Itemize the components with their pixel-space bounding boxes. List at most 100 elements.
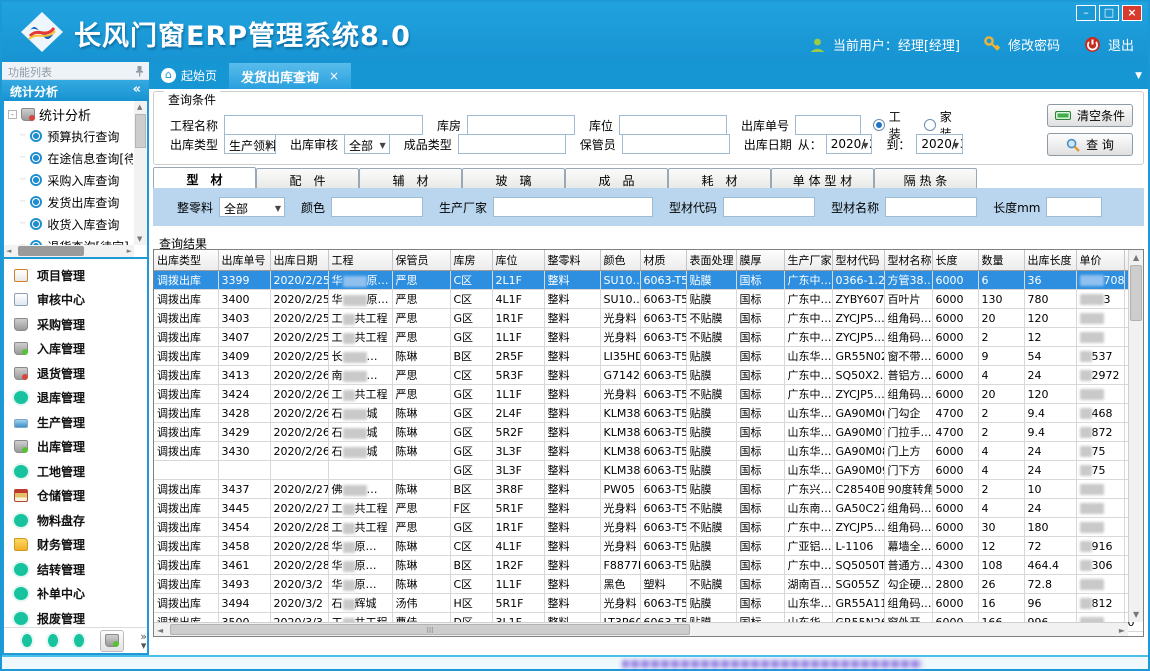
material-tab[interactable]: 玻 璃 xyxy=(462,168,565,188)
column-header[interactable]: 型材名称 xyxy=(884,250,932,271)
tree-item[interactable]: ┄在途信息查询[待 xyxy=(6,147,133,169)
column-header[interactable]: 单价 xyxy=(1076,250,1124,271)
module-dot-icon[interactable] xyxy=(22,634,32,647)
tab-home[interactable]: ⌂ 起始页 xyxy=(149,67,229,89)
material-tab[interactable]: 辅 材 xyxy=(359,168,462,188)
tree-item[interactable]: ┄收货入库查询 xyxy=(6,213,133,235)
profile-code-input[interactable] xyxy=(723,197,815,217)
module-dot-icon[interactable] xyxy=(48,634,58,647)
change-password-link[interactable]: 修改密码 xyxy=(1008,35,1060,54)
tab-close-icon[interactable]: × xyxy=(329,69,339,83)
close-button[interactable]: × xyxy=(1122,5,1142,21)
column-header[interactable]: 材质 xyxy=(640,250,686,271)
location-input[interactable] xyxy=(619,115,727,135)
tree-expander-icon[interactable]: - xyxy=(8,110,17,119)
search-button[interactable]: 查 询 xyxy=(1047,133,1133,156)
table-row[interactable]: 调拨出库34302020/2/26石城陈琳G区3L3F整料KLM38176063… xyxy=(154,442,1144,461)
table-row[interactable]: 调拨出库34452020/2/27工共工程严思F区5R1F整料光身料6063-T… xyxy=(154,499,1144,518)
material-tab[interactable]: 单 体 型 材 xyxy=(771,168,874,188)
table-row[interactable]: 调拨出库34002020/2/25华原…严思C区4L1F整料SU10…6063-… xyxy=(154,290,1144,309)
material-tab[interactable]: 成 品 xyxy=(565,168,668,188)
column-header[interactable]: 长度 xyxy=(932,250,978,271)
table-row[interactable]: 调拨出库34612020/2/28华原…陈琳B区1R2F整料F8877FT606… xyxy=(154,556,1144,575)
audit-select[interactable]: 全部▼ xyxy=(344,134,390,154)
key-icon[interactable] xyxy=(984,36,1001,53)
tab-outbound-query[interactable]: 发货出库查询 × xyxy=(229,63,351,89)
tree-horizontal-scrollbar[interactable]: ◄ ► xyxy=(4,245,134,257)
table-row[interactable]: 调拨出库34932020/3/2华原…陈琳C区1L1F整料黑色塑料不贴膜国标湖南… xyxy=(154,575,1144,594)
column-header[interactable]: 出库日期 xyxy=(270,250,328,271)
logout-link[interactable]: 退出 xyxy=(1108,35,1134,54)
table-row[interactable]: 调拨出库34092020/2/25长…陈琳B区2R5F整料LI35HD6063-… xyxy=(154,347,1144,366)
column-header[interactable]: 膜厚 xyxy=(736,250,784,271)
grid-horizontal-scrollbar[interactable]: ◄ lll ► xyxy=(154,622,1128,636)
tree-item[interactable]: ┄发货出库查询 xyxy=(6,191,133,213)
more-modules-button[interactable]: »▾ xyxy=(140,632,147,650)
table-row[interactable]: G区3L3F整料KLM38176063-T5贴膜国标山东华…GA90M09…门下… xyxy=(154,461,1144,480)
sidebar-module-item[interactable]: 退货管理 xyxy=(4,361,147,386)
power-icon[interactable] xyxy=(1084,36,1101,53)
sidebar-module-item[interactable]: 财务管理 xyxy=(4,533,147,558)
sidebar-module-item[interactable]: 审核中心 xyxy=(4,288,147,313)
material-tab[interactable]: 型 材 xyxy=(153,167,256,188)
column-header[interactable]: 整零料 xyxy=(544,250,600,271)
pin-icon[interactable] xyxy=(135,65,144,77)
table-row[interactable]: 调拨出库34032020/2/25工共工程严思G区1R1F整料光身料6063-T… xyxy=(154,309,1144,328)
sidebar-module-item[interactable]: 工地管理 xyxy=(4,459,147,484)
table-row[interactable]: 调拨出库34242020/2/26工共工程严思G区1L1F整料光身料6063-T… xyxy=(154,385,1144,404)
column-header[interactable]: 工程 xyxy=(328,250,392,271)
factory-input[interactable] xyxy=(493,197,653,217)
material-tab[interactable]: 耗 材 xyxy=(668,168,771,188)
collapse-icon[interactable]: « xyxy=(133,82,141,97)
clear-conditions-button[interactable]: 清空条件 xyxy=(1047,104,1133,127)
sidebar-module-item[interactable]: 项目管理 xyxy=(4,263,147,288)
product-type-input[interactable] xyxy=(458,134,566,154)
length-input[interactable] xyxy=(1046,197,1102,217)
outbound-type-select[interactable]: 生产领料出库▼ xyxy=(224,134,276,154)
tree-item[interactable]: ┄退货查询[待定] xyxy=(6,235,133,245)
column-header[interactable]: 生产厂家 xyxy=(784,250,832,271)
sidebar-module-item[interactable]: 出库管理 xyxy=(4,435,147,460)
column-header[interactable]: 出库长度 xyxy=(1024,250,1076,271)
tree-vertical-scrollbar[interactable]: ▲ ▼ xyxy=(134,101,147,245)
minimize-button[interactable]: – xyxy=(1076,5,1096,21)
column-header[interactable]: 出库类型 xyxy=(154,250,218,271)
table-row[interactable]: 调拨出库34372020/2/27佛…陈琳B区3R8F整料PW056063-T5… xyxy=(154,480,1144,499)
column-header[interactable]: 数量 xyxy=(978,250,1024,271)
sidebar-module-item[interactable]: 报废管理 xyxy=(4,606,147,627)
radio-jiazhuang[interactable] xyxy=(924,119,936,131)
date-from-picker[interactable]: 2020/ 2/16▼ xyxy=(826,134,873,154)
profile-name-input[interactable] xyxy=(885,197,977,217)
sidebar-module-item[interactable]: 仓储管理 xyxy=(4,484,147,509)
warehouse-input[interactable] xyxy=(467,115,575,135)
tree-item[interactable]: ┄采购入库查询 xyxy=(6,169,133,191)
keeper-input[interactable] xyxy=(622,134,730,154)
material-tab[interactable]: 配 件 xyxy=(256,168,359,188)
tree-item[interactable]: ┄预算执行查询 xyxy=(6,125,133,147)
module-dot-icon[interactable] xyxy=(74,634,84,647)
project-name-input[interactable] xyxy=(224,115,423,135)
table-row[interactable]: 调拨出库33992020/2/25华原…严思C区2L1F整料SU10…6063-… xyxy=(154,271,1144,290)
table-row[interactable]: 调拨出库34942020/3/2石辉城汤伟H区5R1F整料光身料6063-T5贴… xyxy=(154,594,1144,613)
date-to-picker[interactable]: 2020/ 3/16▼ xyxy=(916,134,963,154)
table-row[interactable]: 调拨出库34292020/2/26石城陈琳G区5R2F整料KLM38176063… xyxy=(154,423,1144,442)
column-header[interactable]: 型材代码 xyxy=(832,250,884,271)
column-header[interactable]: 颜色 xyxy=(600,250,640,271)
maximize-button[interactable]: □ xyxy=(1099,5,1119,21)
material-tab[interactable]: 隔 热 条 xyxy=(874,168,977,188)
sidebar-module-item[interactable]: 入库管理 xyxy=(4,337,147,362)
tree-root-node[interactable]: - 统计分析 xyxy=(6,103,133,125)
whole-piece-select[interactable]: 全部▼ xyxy=(219,197,285,217)
table-row[interactable]: 调拨出库34072020/2/25工共工程严思G区1L1F整料光身料6063-T… xyxy=(154,328,1144,347)
sidebar-module-item[interactable]: 采购管理 xyxy=(4,312,147,337)
table-row[interactable]: 调拨出库34542020/2/28工共工程严思G区1R1F整料光身料6063-T… xyxy=(154,518,1144,537)
column-header[interactable]: 出库单号 xyxy=(218,250,270,271)
table-row[interactable]: 调拨出库34132020/2/26南…严思C区5R3F整料G714226063-… xyxy=(154,366,1144,385)
grid-vertical-scrollbar[interactable]: ▲ ▼ xyxy=(1128,250,1143,622)
table-row[interactable]: 调拨出库34582020/2/28华原…陈琳C区4L1F整料光身料6063-T5… xyxy=(154,537,1144,556)
order-no-input[interactable] xyxy=(795,115,861,135)
column-header[interactable]: 表面处理 xyxy=(686,250,736,271)
column-header[interactable]: 库房 xyxy=(450,250,492,271)
sidebar-module-item[interactable]: 退库管理 xyxy=(4,386,147,411)
sidebar-module-item[interactable]: 补单中心 xyxy=(4,582,147,607)
